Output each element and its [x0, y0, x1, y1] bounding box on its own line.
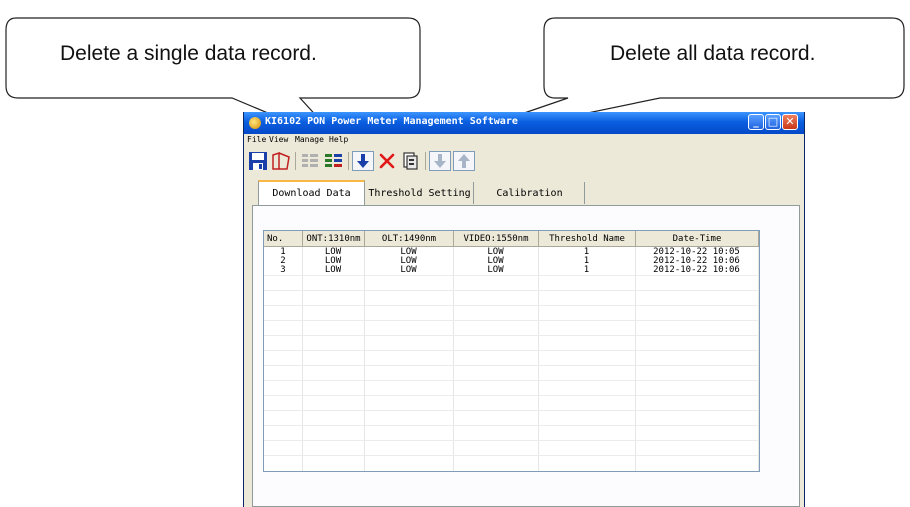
data-table[interactable]: No. ONT:1310nm OLT:1490nm VIDEO:1550nm T… [263, 230, 760, 472]
tab-strip: Download Data Threshold Setting Calibrat… [256, 180, 796, 205]
list-button[interactable] [299, 151, 321, 171]
tab-threshold-setting[interactable]: Threshold Setting [366, 182, 474, 204]
menu-bar: File View Manage Help [244, 134, 804, 148]
list-icon [302, 154, 318, 167]
cell-olt: LOW [400, 265, 417, 275]
open-icon [272, 151, 290, 170]
menu-help[interactable]: Help [329, 135, 348, 144]
window-title: KI6102 PON Power Meter Management Softwa… [265, 116, 518, 127]
save-button[interactable] [247, 151, 269, 171]
menu-manage[interactable]: Manage [295, 135, 324, 144]
app-icon [249, 117, 261, 129]
table-body: 1 LOW LOW LOW 1 2012-10-22 10:05 2 LOW L… [264, 247, 759, 471]
arrow-down-disabled-icon [434, 154, 446, 168]
arrow-up-disabled-icon [458, 154, 470, 168]
column-header[interactable]: Date-Time [636, 231, 759, 247]
column-header[interactable]: OLT:1490nm [365, 231, 454, 247]
column-header[interactable]: Threshold Name [539, 231, 636, 247]
list-edit-button[interactable] [323, 151, 345, 171]
cell-date-time: 2012-10-22 10:06 [653, 265, 740, 275]
toolbar-separator [348, 152, 349, 170]
open-button[interactable] [270, 151, 292, 171]
callout-left-text: Delete a single data record. [60, 42, 317, 65]
table-row[interactable]: 3 LOW LOW LOW 1 2012-10-22 10:06 [264, 266, 759, 275]
toolbar [244, 148, 804, 174]
delete-all-icon [403, 152, 418, 170]
toolbar-separator [295, 152, 296, 170]
delete-all-button[interactable] [400, 151, 422, 171]
table-header: No. ONT:1310nm OLT:1490nm VIDEO:1550nm T… [264, 231, 759, 247]
download-button[interactable] [352, 151, 374, 171]
cell-no: 3 [280, 265, 286, 275]
move-down-button[interactable] [429, 151, 451, 171]
cell-ont: LOW [324, 265, 342, 275]
callout-right-text: Delete all data record. [610, 42, 816, 65]
maximize-button[interactable]: □ [765, 114, 781, 130]
column-header[interactable]: ONT:1310nm [303, 231, 365, 247]
move-up-button[interactable] [453, 151, 475, 171]
title-bar[interactable]: KI6102 PON Power Meter Management Softwa… [244, 112, 804, 134]
tab-download-data[interactable]: Download Data [258, 180, 365, 205]
minimize-button[interactable]: _ [748, 114, 764, 130]
download-arrow-icon [357, 154, 369, 168]
list-edit-icon [325, 154, 342, 167]
cell-threshold-name: 1 [583, 265, 590, 275]
column-header[interactable]: VIDEO:1550nm [454, 231, 539, 247]
close-button[interactable]: ✕ [782, 114, 798, 130]
app-window: KI6102 PON Power Meter Management Softwa… [243, 112, 805, 507]
cell-video: LOW [487, 265, 504, 275]
delete-record-button[interactable] [376, 151, 398, 171]
tab-calibration[interactable]: Calibration [475, 182, 585, 204]
column-header[interactable]: No. [264, 231, 303, 247]
menu-view[interactable]: View [269, 135, 288, 144]
delete-x-icon [379, 153, 395, 169]
toolbar-separator [425, 152, 426, 170]
save-icon [249, 152, 267, 170]
menu-file[interactable]: File [247, 135, 266, 144]
